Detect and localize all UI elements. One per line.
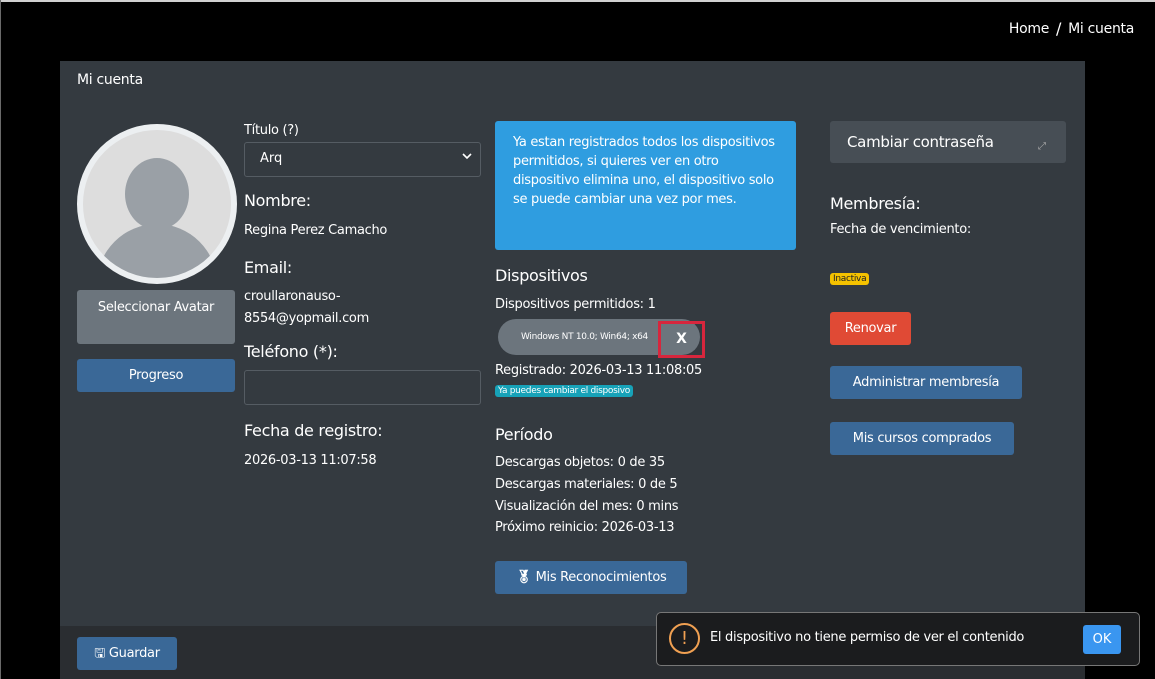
devices-alert: Ya estan registrados todos los dispositi…: [495, 121, 796, 250]
top-border: [0, 0, 1155, 2]
change-device-badge: Ya puedes cambiar el disposivo: [495, 385, 633, 397]
account-card: Mi cuenta Seleccionar Avatar Progreso Tí…: [60, 61, 1085, 679]
name-value: Regina Perez Camacho: [244, 223, 388, 238]
avatar: [77, 124, 237, 284]
devices-allowed: Dispositivos permitidos: 1: [495, 297, 656, 312]
expiry-label: Fecha de vencimiento:: [830, 222, 971, 237]
close-icon: X: [676, 331, 687, 347]
period-heading: Período: [495, 425, 553, 444]
next-reset: Próximo reinicio: 2026-03-13: [495, 520, 675, 535]
save-label: Guardar: [108, 646, 160, 661]
monthly-views: Visualización del mes: 0 mins: [495, 499, 679, 514]
save-button[interactable]: 🖫︎ Guardar: [77, 637, 177, 670]
recognitions-label: Mis Reconocimientos: [535, 570, 667, 585]
email-label: Email:: [244, 258, 292, 277]
arrows-icon: ⤢: [1038, 141, 1046, 152]
phone-label: Teléfono (*):: [244, 342, 338, 361]
email-value-line1: croullaronauso-: [244, 289, 341, 304]
registration-date-value: 2026-03-13 11:07:58: [244, 453, 377, 468]
breadcrumb-separator: /: [1056, 19, 1062, 38]
name-label: Nombre:: [244, 191, 311, 210]
device-registered: Registrado: 2026-03-13 11:08:05: [495, 363, 702, 378]
breadcrumb-home[interactable]: Home: [1009, 21, 1049, 37]
phone-input[interactable]: [244, 370, 481, 405]
breadcrumb: Home / Mi cuenta: [1009, 19, 1134, 38]
title-label: Título (?): [244, 123, 299, 138]
toast-message: El dispositivo no tiene permiso de ver e…: [710, 630, 1025, 645]
devices-heading: Dispositivos: [495, 266, 588, 285]
device-name: Windows NT 10.0; Win64; x64: [521, 332, 648, 342]
membership-heading: Membresía:: [830, 194, 921, 213]
medal-icon: 🏅︎: [515, 570, 533, 585]
toast-notification: ! El dispositivo no tiene permiso de ver…: [656, 612, 1140, 666]
registration-date-label: Fecha de registro:: [244, 421, 383, 440]
left-border: [0, 0, 1, 679]
manage-membership-button[interactable]: Administrar membresía: [830, 366, 1022, 399]
breadcrumb-current: Mi cuenta: [1068, 20, 1134, 37]
title-select[interactable]: Arq: [244, 142, 481, 177]
avatar-head: [125, 158, 189, 230]
toast-ok-button[interactable]: OK: [1083, 625, 1121, 654]
select-avatar-button[interactable]: Seleccionar Avatar: [77, 290, 235, 344]
purchased-courses-button[interactable]: Mis cursos comprados: [830, 422, 1014, 455]
downloads-materials: Descargas materiales: 0 de 5: [495, 477, 678, 492]
email-value-line2: 8554@yopmail.com: [244, 311, 369, 326]
floppy-icon: 🖫︎: [94, 646, 106, 661]
change-password-label: Cambiar contraseña: [847, 133, 994, 151]
remove-device-button[interactable]: X: [658, 321, 705, 358]
downloads-objects: Descargas objetos: 0 de 35: [495, 455, 665, 470]
avatar-body: [97, 224, 217, 278]
title-select-value: Arq: [260, 151, 283, 166]
change-password-button[interactable]: Cambiar contraseña: [830, 121, 1066, 163]
recognitions-button[interactable]: 🏅︎ Mis Reconocimientos: [495, 561, 687, 594]
exclamation-icon: !: [669, 623, 700, 654]
progress-button[interactable]: Progreso: [77, 359, 235, 392]
renew-button[interactable]: Renovar: [830, 312, 911, 345]
chevron-down-icon: [462, 152, 472, 163]
card-title: Mi cuenta: [77, 72, 143, 88]
status-badge: Inactiva: [830, 273, 870, 285]
